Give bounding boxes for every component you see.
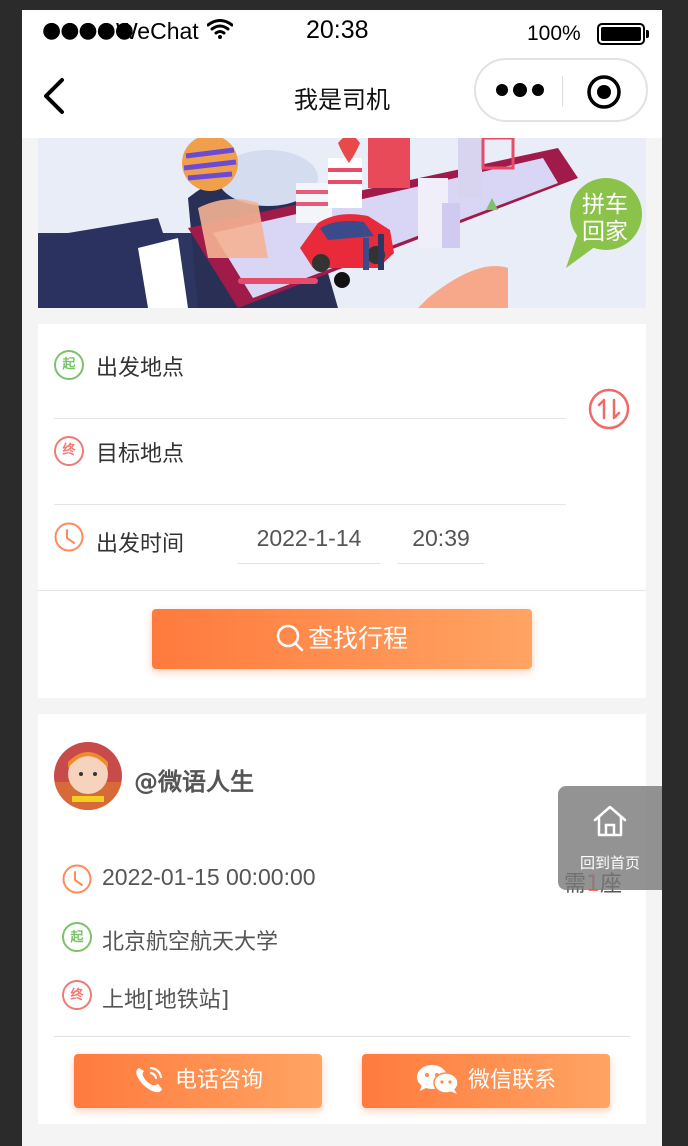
phone-icon (136, 1066, 163, 1093)
search-form-card: 起 出发地点 终 目标地点 出发时间 2022-1-14 20:39 查找行程 (38, 324, 646, 698)
avatar-image (54, 742, 122, 810)
time-picker[interactable]: 20:39 (398, 524, 484, 564)
divider (54, 418, 566, 419)
trip-end-location: 上地[地铁站] (102, 988, 230, 1013)
end-badge: 终 (54, 436, 84, 466)
badge-line-2: 回家 (582, 219, 628, 245)
carousel-indicator-dot[interactable] (334, 272, 350, 288)
avatar[interactable] (54, 742, 122, 810)
end-location-row[interactable]: 终 目标地点 (54, 436, 566, 488)
banner-badge-text: 拼车 回家 (574, 192, 636, 246)
nav-bar: 我是司机 (22, 54, 662, 138)
battery-icon (597, 23, 649, 45)
trip-datetime: 2022-01-15 00:00:00 (102, 864, 316, 890)
swap-locations-icon[interactable] (588, 388, 630, 430)
status-time: 20:38 (306, 16, 369, 44)
home-icon (593, 805, 627, 837)
end-badge: 终 (62, 980, 92, 1010)
badge-line-1: 拼车 (582, 192, 628, 218)
find-trip-label: 查找行程 (307, 624, 408, 653)
divider (54, 1036, 630, 1037)
start-location-row[interactable]: 起 出发地点 (54, 350, 566, 402)
clock-icon (54, 522, 84, 552)
start-location-input[interactable]: 出发地点 (96, 350, 184, 382)
trip-start-location: 北京航空航天大学 (102, 930, 279, 955)
divider (38, 590, 646, 591)
battery-percent: 100% (527, 22, 581, 45)
wifi-icon (207, 19, 233, 39)
back-to-home-label: 回到首页 (579, 854, 640, 872)
trip-card: @微语人生 2022-01-15 00:00:00 需1座 起 北京航空航天大学… (38, 714, 646, 1124)
clock-icon (62, 864, 92, 894)
more-dots-icon[interactable] (496, 80, 544, 100)
status-bar: ●●●●● WeChat 20:38 100% (22, 10, 662, 54)
driver-username[interactable]: @微语人生 (134, 762, 254, 797)
start-badge: 起 (54, 350, 84, 380)
phone-consult-label: 电话咨询 (174, 1068, 263, 1093)
miniprogram-capsule (474, 58, 648, 122)
wechat-icon (416, 1065, 459, 1094)
capsule-divider (562, 76, 563, 106)
departure-time-label: 出发时间 (96, 532, 185, 557)
divider (54, 504, 566, 505)
find-trip-button[interactable]: 查找行程 (152, 609, 532, 669)
wechat-contact-button[interactable]: 微信联系 (362, 1054, 610, 1108)
phone-screen: ●●●●● WeChat 20:38 100% 我是司机 拼车 回家 起 出发地… (22, 10, 662, 1146)
back-to-home-button[interactable]: 回到首页 (558, 786, 662, 890)
end-location-input[interactable]: 目标地点 (96, 436, 184, 468)
carrier-name: WeChat (116, 18, 199, 44)
search-icon (276, 624, 304, 652)
wechat-contact-label: 微信联系 (467, 1068, 556, 1093)
close-target-icon[interactable] (586, 74, 622, 110)
start-badge: 起 (62, 922, 92, 952)
date-picker[interactable]: 2022-1-14 (238, 524, 380, 564)
phone-consult-button[interactable]: 电话咨询 (74, 1054, 322, 1108)
